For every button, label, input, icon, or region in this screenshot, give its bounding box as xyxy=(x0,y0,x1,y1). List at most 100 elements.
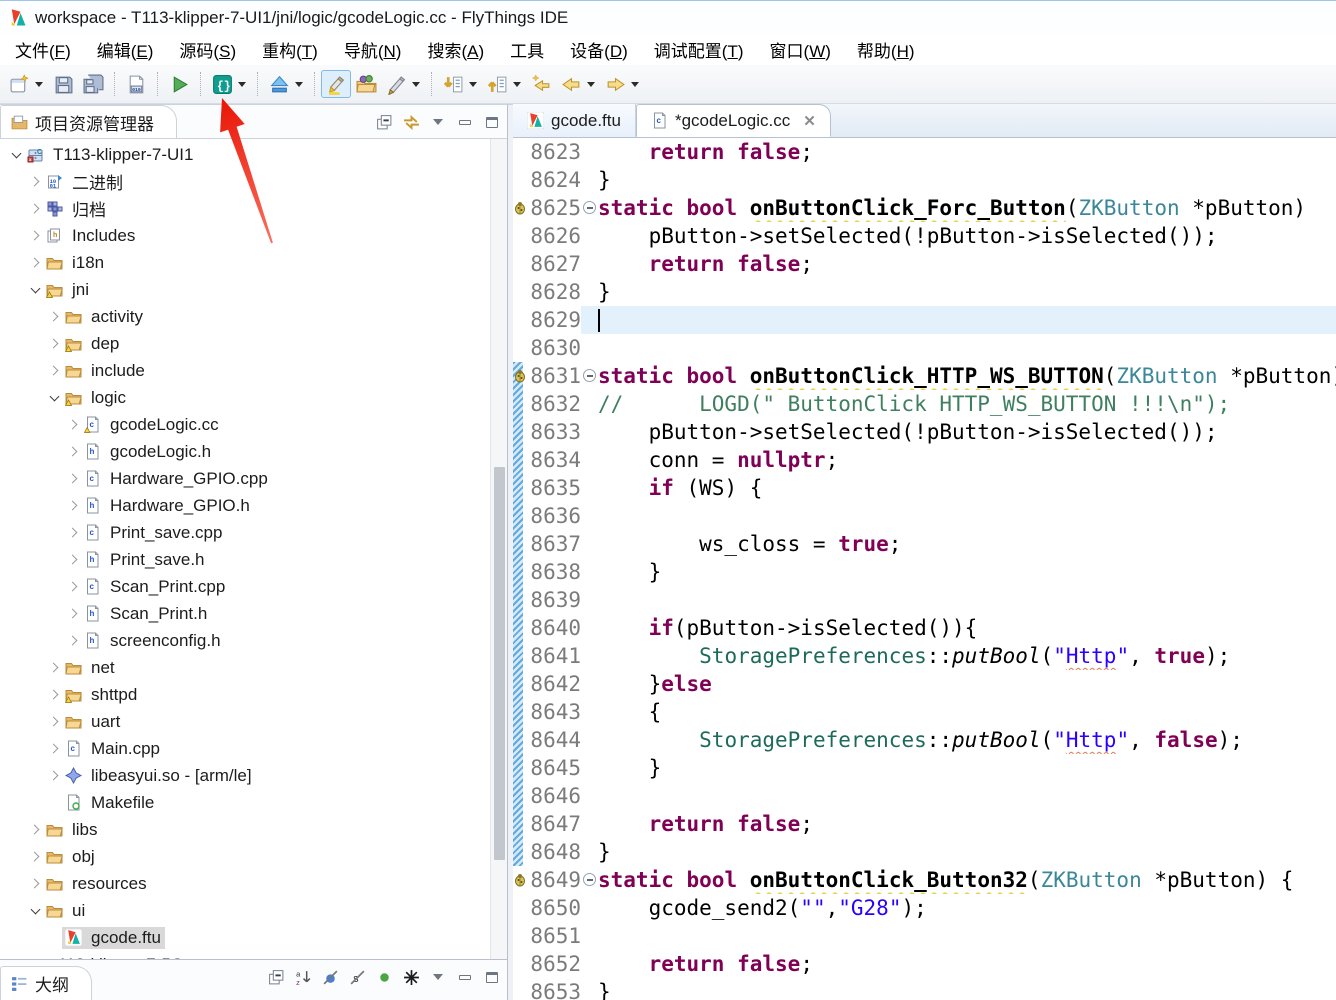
tab-outline[interactable]: 大纲 xyxy=(0,966,92,1000)
menu-源码[interactable]: 源码(S) xyxy=(166,33,249,66)
code-text[interactable] xyxy=(598,334,1336,362)
flash-download-button-dropdown-icon[interactable] xyxy=(295,82,303,87)
tree-item-uart[interactable]: uart xyxy=(0,708,507,735)
binary-view-button[interactable]: 010 xyxy=(121,70,151,98)
menu-编辑[interactable]: 编辑(E) xyxy=(84,33,167,66)
code-text[interactable] xyxy=(598,586,1336,614)
tree-expand-chevron-icon[interactable] xyxy=(65,444,81,460)
new-wizard-button[interactable] xyxy=(4,70,34,98)
collapse-all-icon[interactable] xyxy=(375,113,393,131)
fold-collapse-icon[interactable] xyxy=(581,362,598,390)
tree-item-T113-klipper-7-UI1[interactable]: CxT113-klipper-7-UI1 xyxy=(0,141,507,168)
tree-item-Includes[interactable]: hIncludes xyxy=(0,222,507,249)
menu-导航[interactable]: 导航(N) xyxy=(331,33,415,66)
forward-button-dropdown-icon[interactable] xyxy=(631,82,639,87)
tree-expand-chevron-icon[interactable] xyxy=(27,201,43,217)
tree-expand-chevron-icon[interactable] xyxy=(46,714,62,730)
code-text[interactable]: return false; xyxy=(598,950,1336,978)
tree-expand-chevron-icon[interactable] xyxy=(27,822,43,838)
tree-item-Scan_Print.h[interactable]: hScan_Print.h xyxy=(0,600,507,627)
tree-expand-chevron-icon[interactable] xyxy=(65,606,81,622)
tree-item-dep[interactable]: dep xyxy=(0,330,507,357)
tree-scrollbar[interactable] xyxy=(490,139,507,960)
tree-expand-chevron-icon[interactable] xyxy=(65,579,81,595)
code-text[interactable]: static bool onButtonClick_HTTP_WS_BUTTON… xyxy=(598,362,1336,390)
save-all-button[interactable] xyxy=(78,70,108,98)
tree-item-gcode.ftu[interactable]: gcode.ftu xyxy=(0,924,507,951)
tree-item-二进制[interactable]: 1001二进制 xyxy=(0,168,507,195)
tree-expand-chevron-icon[interactable] xyxy=(27,849,43,865)
back-to-last-edit-button[interactable] xyxy=(526,70,556,98)
menu-设备[interactable]: 设备(D) xyxy=(557,33,641,66)
tree-item-resources[interactable]: resources xyxy=(0,870,507,897)
maximize-icon[interactable] xyxy=(483,968,501,986)
back-button-dropdown-icon[interactable] xyxy=(587,82,595,87)
tree-item-ui[interactable]: ui xyxy=(0,897,507,924)
code-text[interactable]: StoragePreferences::putBool("Http", fals… xyxy=(598,726,1336,754)
code-text[interactable]: StoragePreferences::putBool("Http", true… xyxy=(598,642,1336,670)
fold-collapse-icon[interactable] xyxy=(581,194,598,222)
edit-pen-button[interactable] xyxy=(381,70,411,98)
minimize-icon[interactable] xyxy=(456,113,474,131)
tree-item-归档[interactable]: 归档 xyxy=(0,195,507,222)
highlight-button[interactable] xyxy=(321,70,351,98)
code-text[interactable]: return false; xyxy=(598,250,1336,278)
menu-帮助[interactable]: 帮助(H) xyxy=(844,33,928,66)
tree-item-logic[interactable]: logic xyxy=(0,384,507,411)
tree-expand-chevron-icon[interactable] xyxy=(27,282,43,298)
code-text[interactable]: ws_closs = true; xyxy=(598,530,1336,558)
tree-expand-chevron-icon[interactable] xyxy=(65,417,81,433)
code-text[interactable]: { xyxy=(598,698,1336,726)
fold-collapse-icon[interactable] xyxy=(581,866,598,894)
code-text[interactable]: conn = nullptr; xyxy=(598,446,1336,474)
tree-expand-chevron-icon[interactable] xyxy=(46,768,62,784)
code-text[interactable]: } xyxy=(598,978,1336,1000)
tree-item-libs[interactable]: libs xyxy=(0,816,507,843)
menu-窗口[interactable]: 窗口(W) xyxy=(757,33,844,66)
code-text[interactable]: return false; xyxy=(598,810,1336,838)
code-text[interactable]: return false; xyxy=(598,138,1336,166)
tab-project-explorer[interactable]: 项目资源管理器 xyxy=(0,105,177,138)
code-text[interactable]: static bool onButtonClick_Button32(ZKBut… xyxy=(598,866,1336,894)
tree-expand-chevron-icon[interactable] xyxy=(27,903,43,919)
code-text[interactable]: pButton->setSelected(!pButton->isSelecte… xyxy=(598,418,1336,446)
tree-expand-chevron-icon[interactable] xyxy=(46,363,62,379)
tree-item-i18n[interactable]: i18n xyxy=(0,249,507,276)
tree-expand-chevron-icon[interactable] xyxy=(65,498,81,514)
tree-item-net[interactable]: net xyxy=(0,654,507,681)
back-button[interactable] xyxy=(556,70,586,98)
tree-scrollbar-thumb[interactable] xyxy=(494,467,505,860)
tree-expand-chevron-icon[interactable] xyxy=(65,552,81,568)
format-braces-button[interactable]: {} xyxy=(207,70,237,98)
view-menu-icon[interactable] xyxy=(429,968,447,986)
menu-重构[interactable]: 重构(T) xyxy=(249,33,331,66)
menu-文件[interactable]: 文件(F) xyxy=(2,33,84,66)
filter-members-icon[interactable] xyxy=(402,968,420,986)
editor-tab-gcode.ftu[interactable]: gcode.ftu xyxy=(513,104,636,137)
tree-expand-chevron-icon[interactable] xyxy=(46,741,62,757)
edit-pen-button-dropdown-icon[interactable] xyxy=(412,82,420,87)
sort-az-icon[interactable]: az xyxy=(294,968,312,986)
code-text[interactable]: }else xyxy=(598,670,1336,698)
previous-annotation-button-dropdown-icon[interactable] xyxy=(513,82,521,87)
tree-expand-chevron-icon[interactable] xyxy=(46,660,62,676)
code-text[interactable]: if (WS) { xyxy=(598,474,1336,502)
collapse-all-icon[interactable] xyxy=(267,968,285,986)
tree-expand-chevron-icon[interactable] xyxy=(27,174,43,190)
save-button[interactable] xyxy=(48,70,78,98)
new-wizard-button-dropdown-icon[interactable] xyxy=(35,82,43,87)
tree-item-Hardware_GPIO.cpp[interactable]: cHardware_GPIO.cpp xyxy=(0,465,507,492)
close-tab-icon[interactable]: ✕ xyxy=(803,112,816,130)
show-public-icon[interactable] xyxy=(375,968,393,986)
tree-expand-chevron-icon[interactable] xyxy=(27,255,43,271)
tree-item-include[interactable]: include xyxy=(0,357,507,384)
tree-item-Scan_Print.cpp[interactable]: cScan_Print.cpp xyxy=(0,573,507,600)
tree-item-Print_save.h[interactable]: hPrint_save.h xyxy=(0,546,507,573)
tree-expand-chevron-icon[interactable] xyxy=(27,228,43,244)
code-text[interactable] xyxy=(598,502,1336,530)
tree-expand-chevron-icon[interactable] xyxy=(8,147,24,163)
tree-expand-chevron-icon[interactable] xyxy=(65,633,81,649)
tree-expand-chevron-icon[interactable] xyxy=(46,309,62,325)
tree-expand-chevron-icon[interactable] xyxy=(65,471,81,487)
tree-item-libeasyui.so---arm-le-[interactable]: libeasyui.so - [arm/le] xyxy=(0,762,507,789)
